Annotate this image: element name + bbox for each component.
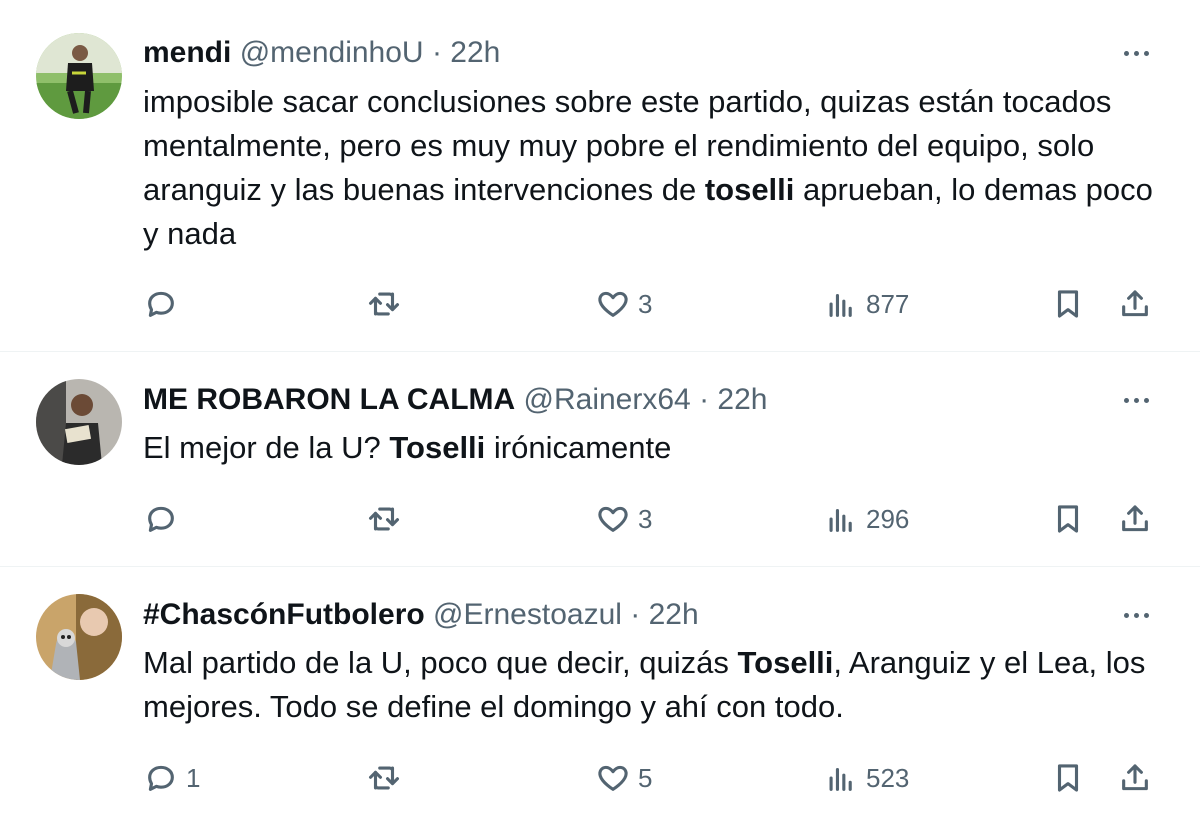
retweet-button[interactable]	[367, 284, 409, 324]
share-button[interactable]	[1118, 758, 1152, 798]
share-icon	[1122, 290, 1148, 317]
like-count: 3	[638, 503, 653, 534]
tweet-feed: mendi @mendinhoU · 22h imposible sacar c…	[0, 0, 1200, 826]
bookmark-button[interactable]	[1051, 284, 1085, 324]
tweet-actions: 1 5 523	[0, 758, 1200, 798]
display-name[interactable]: #ChascónFutbolero	[143, 598, 425, 631]
reply-count: 1	[186, 762, 201, 793]
bookmark-icon	[1057, 505, 1079, 533]
user-handle[interactable]: @Ernestoazul	[433, 598, 622, 631]
avatar[interactable]	[36, 379, 122, 465]
views-count: 296	[866, 503, 910, 534]
display-name[interactable]: ME ROBARON LA CALMA	[143, 383, 515, 416]
like-count: 3	[638, 288, 653, 319]
separator: ·	[699, 383, 710, 416]
tweet-text: El mejor de la U? Toselli irónicamente	[143, 426, 1173, 470]
like-button[interactable]: 5	[596, 758, 652, 798]
timestamp[interactable]: 22h	[717, 383, 767, 416]
tweet-text: imposible sacar conclusiones sobre este …	[143, 80, 1173, 256]
separator: ·	[431, 36, 442, 69]
user-handle[interactable]: @mendinhoU	[240, 36, 424, 69]
tweet-text-bold: toselli	[704, 172, 795, 207]
views-button[interactable]: 296	[824, 499, 909, 539]
tweet-text-bold: Toselli	[737, 645, 834, 680]
timestamp[interactable]: 22h	[649, 598, 699, 631]
views-icon	[829, 293, 852, 317]
tweet-text-part: El mejor de la U?	[143, 430, 390, 465]
share-icon	[1122, 764, 1148, 791]
tweet-actions: 3 296	[0, 499, 1200, 539]
retweet-icon	[368, 292, 400, 316]
timestamp[interactable]: 22h	[450, 36, 500, 69]
retweet-icon	[368, 766, 400, 790]
display-name[interactable]: mendi	[143, 36, 231, 69]
tweet-text-part: irónicamente	[485, 430, 672, 465]
more-icon[interactable]	[1116, 600, 1156, 630]
separator: ·	[630, 598, 641, 631]
share-button[interactable]	[1118, 284, 1152, 324]
user-handle[interactable]: @Rainerx64	[524, 383, 691, 416]
views-button[interactable]: 523	[824, 758, 909, 798]
heart-icon	[598, 291, 628, 317]
reply-icon	[148, 765, 174, 791]
heart-icon	[598, 765, 628, 791]
more-icon[interactable]	[1116, 38, 1156, 68]
like-count: 5	[638, 762, 653, 793]
avatar[interactable]	[36, 594, 122, 680]
tweet[interactable]: #ChascónFutbolero @Ernestoazul · 22h Mal…	[0, 567, 1200, 826]
like-button[interactable]: 3	[596, 499, 652, 539]
like-button[interactable]: 3	[596, 284, 652, 324]
tweet-header: ME ROBARON LA CALMA @Rainerx64 · 22h	[143, 380, 1090, 420]
tweet-header: mendi @mendinhoU · 22h	[143, 33, 1090, 73]
tweet-text-bold: Toselli	[389, 430, 486, 465]
tweet-text: Mal partido de la U, poco que decir, qui…	[143, 641, 1173, 729]
avatar[interactable]	[36, 33, 122, 119]
tweet[interactable]: mendi @mendinhoU · 22h imposible sacar c…	[0, 0, 1200, 350]
bookmark-icon	[1057, 290, 1079, 318]
tweet[interactable]: ME ROBARON LA CALMA @Rainerx64 · 22h El …	[0, 352, 1200, 565]
reply-button[interactable]	[144, 284, 186, 324]
bookmark-button[interactable]	[1051, 499, 1085, 539]
retweet-button[interactable]	[367, 499, 409, 539]
tweet-actions: 3 877	[0, 284, 1200, 324]
reply-icon	[148, 291, 174, 317]
reply-button[interactable]: 1	[144, 758, 200, 798]
views-icon	[829, 767, 852, 791]
bookmark-button[interactable]	[1051, 758, 1085, 798]
more-icon[interactable]	[1116, 385, 1156, 415]
reply-button[interactable]	[144, 499, 186, 539]
retweet-button[interactable]	[367, 758, 409, 798]
views-count: 877	[866, 288, 910, 319]
heart-icon	[598, 506, 628, 532]
views-count: 523	[866, 762, 910, 793]
tweet-text-part: Mal partido de la U, poco que decir, qui…	[143, 645, 738, 680]
bookmark-icon	[1057, 764, 1079, 792]
share-icon	[1122, 505, 1148, 532]
retweet-icon	[368, 507, 400, 531]
share-button[interactable]	[1118, 499, 1152, 539]
views-button[interactable]: 877	[824, 284, 909, 324]
reply-icon	[148, 506, 174, 532]
views-icon	[829, 508, 852, 532]
tweet-header: #ChascónFutbolero @Ernestoazul · 22h	[143, 595, 1090, 635]
